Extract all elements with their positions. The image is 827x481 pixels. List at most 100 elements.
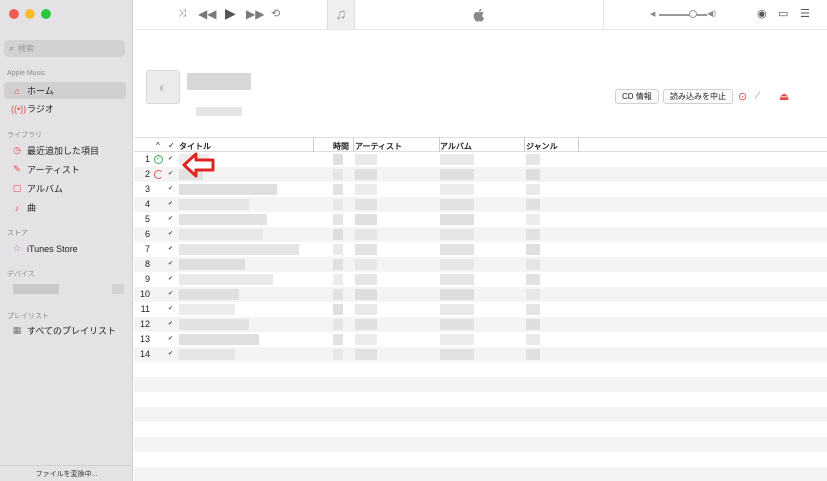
table-header: ^ ✓ タイトル 時間 アーティスト アルバム ジャンル <box>134 137 827 152</box>
sidebar-item-recently-added[interactable]: ◷ 最近追加した項目 <box>4 142 126 159</box>
time-redacted <box>333 259 343 270</box>
volume-knob[interactable] <box>689 10 697 18</box>
table-row[interactable]: 4 ✔ <box>134 197 827 212</box>
device-item-redacted[interactable] <box>13 284 59 294</box>
sidebar-item-label: アルバム <box>27 184 63 194</box>
section-header-library: ライブラリ <box>7 132 42 139</box>
table-row[interactable]: 2 ✔ <box>134 167 827 182</box>
previous-icon[interactable]: ◀◀ <box>198 7 216 21</box>
table-row[interactable]: 1 ✓ ✔ <box>134 152 827 167</box>
time-redacted <box>333 274 343 285</box>
artist-redacted <box>355 289 377 300</box>
shuffle-icon[interactable]: ⤨ <box>178 8 186 19</box>
sidebar-item-label: 最近追加した項目 <box>27 146 100 156</box>
sidebar: ⌕ 検索 Apple Music ⌂ ホーム ((•)) ラジオ ライブラリ ◷… <box>0 0 133 481</box>
track-number: 11 <box>140 304 150 314</box>
track-checkbox[interactable]: ✔ <box>168 216 174 222</box>
minimize-window-button[interactable] <box>25 9 35 19</box>
sort-column-header[interactable]: ^ <box>156 141 160 150</box>
album-redacted <box>440 154 474 165</box>
sidebar-item-label: アーティスト <box>27 165 80 175</box>
close-window-button[interactable] <box>9 9 19 19</box>
table-row[interactable]: 8 ✔ <box>134 257 827 272</box>
volume-track <box>659 14 707 16</box>
track-checkbox[interactable]: ✔ <box>168 246 174 252</box>
search-input[interactable]: ⌕ 検索 <box>4 40 125 57</box>
empty-row <box>134 362 827 377</box>
table-row[interactable]: 11 ✔ <box>134 302 827 317</box>
track-number: 2 <box>144 169 150 179</box>
eject-icon[interactable]: ⏏ <box>779 90 789 103</box>
time-redacted <box>333 229 343 240</box>
track-checkbox[interactable]: ✔ <box>168 231 174 237</box>
album-redacted <box>440 259 474 270</box>
track-number: 14 <box>139 349 150 359</box>
volume-low-icon: ◀ <box>650 11 656 18</box>
track-checkbox[interactable]: ✔ <box>168 276 174 282</box>
time-column-header[interactable]: 時間 <box>333 141 349 152</box>
title-redacted <box>179 214 267 225</box>
track-checkbox[interactable]: ✔ <box>168 156 174 162</box>
track-checkbox[interactable]: ✔ <box>168 321 174 327</box>
album-redacted <box>440 319 474 330</box>
track-checkbox[interactable]: ✔ <box>168 336 174 342</box>
airplay-icon[interactable]: ◉ <box>757 7 767 20</box>
status-footer: ファイルを変換中... <box>0 465 133 481</box>
track-checkbox[interactable]: ✔ <box>168 261 174 267</box>
table-row[interactable]: 7 ✔ <box>134 242 827 257</box>
table-row[interactable]: 5 ✔ <box>134 212 827 227</box>
artist-column-header[interactable]: アーティスト <box>355 141 402 152</box>
radio-icon: ((•)) <box>11 103 27 114</box>
queue-list-icon[interactable]: ☰ <box>800 7 810 20</box>
stop-import-button[interactable]: 読み込みを中止 <box>663 89 733 104</box>
track-checkbox[interactable]: ✔ <box>168 201 174 207</box>
album-column-header[interactable]: アルバム <box>440 141 472 152</box>
genre-redacted <box>526 229 540 240</box>
table-row[interactable]: 13 ✔ <box>134 332 827 347</box>
play-icon[interactable]: ▶ <box>225 5 236 22</box>
table-row[interactable]: 14 ✔ <box>134 347 827 362</box>
column-divider <box>313 137 314 152</box>
artist-redacted <box>355 154 377 165</box>
volume-slider[interactable]: ◀ ◀) <box>650 9 716 19</box>
sidebar-item-songs[interactable]: ♪ 曲 <box>4 199 126 216</box>
next-icon[interactable]: ▶▶ <box>246 7 264 21</box>
sidebar-item-albums[interactable]: ▢ アルバム <box>4 180 126 197</box>
home-icon: ⌂ <box>14 85 20 96</box>
sidebar-item-radio[interactable]: ((•)) ラジオ <box>4 100 126 117</box>
track-checkbox[interactable]: ✔ <box>168 186 174 192</box>
cd-info-button[interactable]: CD 情報 <box>615 89 659 104</box>
table-row[interactable]: 12 ✔ <box>134 317 827 332</box>
genre-redacted <box>526 214 540 225</box>
table-row[interactable]: 9 ✔ <box>134 272 827 287</box>
edit-icon[interactable]: ⁄ <box>757 90 759 102</box>
track-checkbox[interactable]: ✔ <box>168 351 174 357</box>
sidebar-item-all-playlists[interactable]: ▦ すべてのプレイリスト <box>4 322 126 339</box>
track-checkbox[interactable]: ✔ <box>168 171 174 177</box>
genre-redacted <box>526 334 540 345</box>
track-number: 7 <box>144 244 150 254</box>
column-divider <box>353 137 354 152</box>
title-redacted <box>179 184 277 195</box>
track-number: 8 <box>144 259 150 269</box>
genre-column-header[interactable]: ジャンル <box>526 141 558 152</box>
sidebar-item-artists[interactable]: ✎ アーティスト <box>4 161 126 178</box>
table-row[interactable]: 6 ✔ <box>134 227 827 242</box>
album-redacted <box>440 349 474 360</box>
table-row[interactable]: 3 ✔ <box>134 182 827 197</box>
sidebar-item-home[interactable]: ⌂ ホーム <box>4 82 126 99</box>
sidebar-item-itunes-store[interactable]: ☆ iTunes Store <box>4 240 126 257</box>
zoom-window-button[interactable] <box>41 9 51 19</box>
repeat-icon[interactable]: ⟲ <box>271 7 280 20</box>
table-row[interactable]: 10 ✔ <box>134 287 827 302</box>
time-redacted <box>333 214 343 225</box>
track-checkbox[interactable]: ✔ <box>168 306 174 312</box>
title-redacted <box>179 199 249 210</box>
title-redacted <box>179 304 235 315</box>
check-column-header[interactable]: ✓ <box>168 141 175 150</box>
album-redacted <box>440 184 474 195</box>
album-icon: ▢ <box>12 183 22 193</box>
track-checkbox[interactable]: ✔ <box>168 291 174 297</box>
lyrics-icon[interactable]: ▭ <box>778 7 788 20</box>
import-status-icon[interactable]: ⊙ <box>738 90 747 103</box>
